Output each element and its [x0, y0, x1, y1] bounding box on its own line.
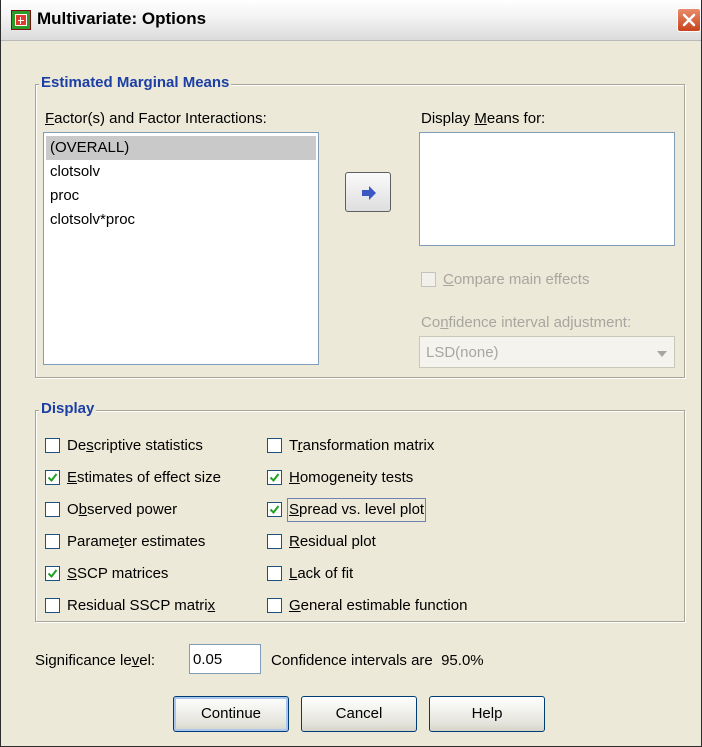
checkmark-icon — [269, 505, 280, 515]
move-to-display-means-button[interactable] — [345, 172, 391, 212]
close-x-icon[interactable] — [677, 8, 701, 32]
options-dialog: Multivariate: Options Estimated Marginal… — [0, 0, 702, 747]
checkmark-icon — [47, 569, 58, 579]
checkbox-box — [421, 272, 436, 287]
estimated-marginal-means-legend: Estimated Marginal Means — [39, 74, 232, 91]
checkbox-box[interactable] — [45, 470, 60, 485]
checkbox-box[interactable] — [45, 438, 60, 453]
checkbox-box[interactable] — [267, 598, 282, 613]
chevron-down-icon — [657, 351, 667, 357]
checkbox-box[interactable] — [45, 598, 60, 613]
window-title: Multivariate: Options — [37, 9, 207, 28]
list-item[interactable]: clotsolv*proc — [46, 208, 316, 232]
checkmark-icon — [269, 473, 280, 483]
cancel-button[interactable]: Cancel — [301, 696, 417, 732]
help-button[interactable]: Help — [429, 696, 545, 732]
right-arrow-icon — [362, 186, 376, 200]
checkmark-icon — [47, 473, 58, 483]
display-means-list[interactable] — [419, 132, 675, 246]
display-legend: Display — [39, 400, 97, 417]
significance-level-input[interactable] — [189, 644, 261, 674]
factors-list[interactable]: (OVERALL) clotsolv proc clotsolv*proc — [43, 132, 319, 365]
checkbox-box[interactable] — [267, 470, 282, 485]
checkbox-box[interactable] — [267, 566, 282, 581]
significance-level-field[interactable] — [190, 645, 260, 673]
confidence-intervals-text: Confidence intervals are 95.0% — [271, 652, 484, 669]
list-item[interactable]: (OVERALL) — [46, 136, 316, 160]
checkbox-box[interactable] — [45, 502, 60, 517]
continue-button[interactable]: Continue — [173, 696, 289, 732]
ci-adjustment-label: Confidence interval adjustment: — [421, 314, 632, 331]
checkbox-box[interactable] — [267, 502, 282, 517]
checkbox-box[interactable] — [267, 438, 282, 453]
title-bar: Multivariate: Options — [1, 0, 701, 41]
checkbox-box[interactable] — [45, 566, 60, 581]
significance-level-label: Significance level: — [35, 652, 156, 669]
list-item[interactable]: clotsolv — [46, 160, 316, 184]
spss-grid-icon — [11, 10, 31, 30]
display-means-label: Display Means for: — [421, 110, 546, 127]
checkbox-box[interactable] — [45, 534, 60, 549]
list-item[interactable]: proc — [46, 184, 316, 208]
checkbox-box[interactable] — [267, 534, 282, 549]
ci-adjustment-dropdown: LSD(none) — [419, 336, 675, 368]
factors-label: Factor(s) and Factor Interactions: — [45, 110, 267, 127]
